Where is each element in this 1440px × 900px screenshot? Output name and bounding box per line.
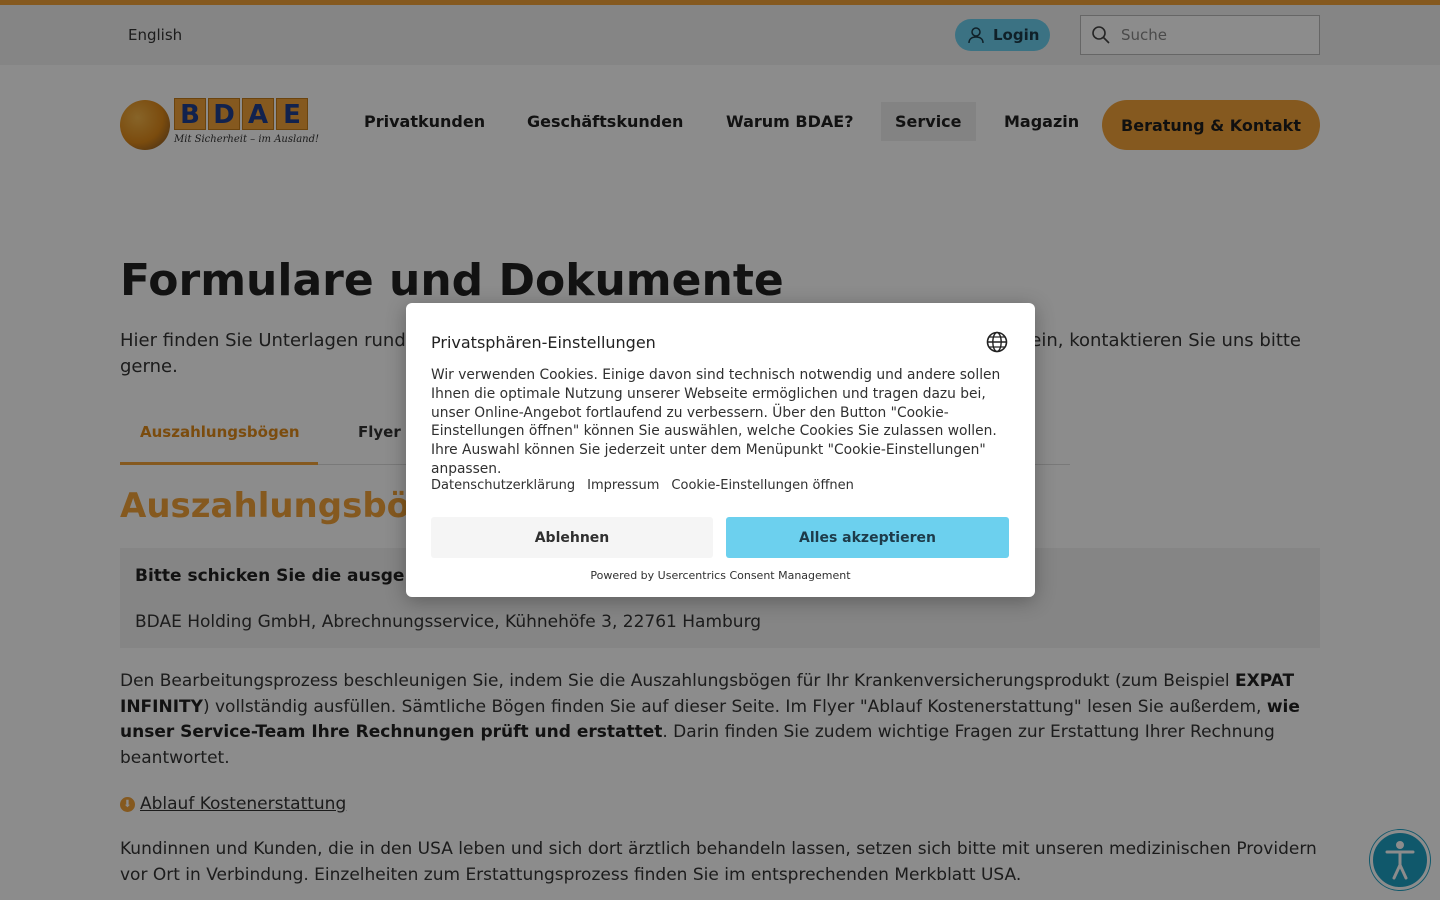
language-globe-icon[interactable] bbox=[986, 331, 1008, 353]
cookie-consent-dialog: Privatsphären-Einstellungen Wir verwende… bbox=[406, 303, 1035, 597]
consent-title: Privatsphären-Einstellungen bbox=[431, 333, 656, 352]
imprint-link[interactable]: Impressum bbox=[587, 478, 659, 493]
privacy-policy-link[interactable]: Datenschutzerklärung bbox=[431, 478, 575, 493]
decline-button[interactable]: Ablehnen bbox=[431, 517, 713, 558]
cookie-settings-link[interactable]: Cookie-Einstellungen öffnen bbox=[671, 478, 853, 493]
accept-all-button[interactable]: Alles akzeptieren bbox=[726, 517, 1009, 558]
consent-text: Wir verwenden Cookies. Einige davon sind… bbox=[431, 367, 1001, 477]
powered-by-text: Powered by Usercentrics Consent Manageme… bbox=[590, 569, 851, 582]
consent-links: Datenschutzerklärung Impressum Cookie-Ei… bbox=[431, 478, 854, 493]
